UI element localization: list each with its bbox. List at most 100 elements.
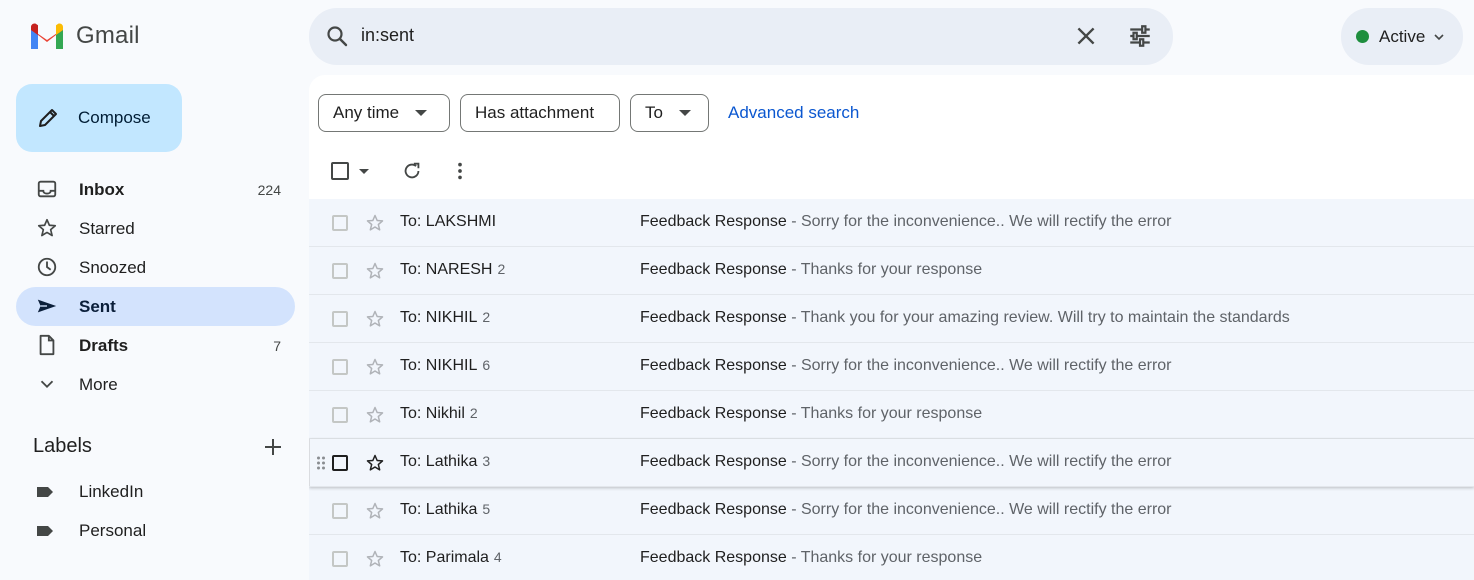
- sidebar-item-label: Inbox: [79, 179, 125, 199]
- row-checkbox[interactable]: [332, 551, 348, 567]
- email-row[interactable]: To: Lathika 3 Feedback Response - Sorry fo…: [309, 439, 1474, 487]
- thread-count: 2: [469, 405, 478, 421]
- email-row[interactable]: To: NARESH 2 Feedback Response - Thanks fo…: [309, 247, 1474, 295]
- email-snippet: Thanks for your response: [800, 405, 983, 422]
- any-time-filter[interactable]: Any time: [318, 94, 450, 132]
- unread-count: 224: [257, 181, 281, 198]
- star-icon[interactable]: [365, 501, 385, 521]
- email-subject-line: Feedback Response - Thank you for your a…: [640, 309, 1290, 327]
- email-subject-line: Feedback Response - Thanks for your resp…: [640, 405, 982, 423]
- sidebar-item-sent[interactable]: Sent: [16, 287, 295, 326]
- email-snippet: Thanks for your response: [800, 261, 983, 278]
- search-options-icon[interactable]: [1127, 23, 1153, 49]
- row-checkbox[interactable]: [332, 263, 348, 279]
- search-input[interactable]: in:sent: [361, 25, 414, 46]
- label-icon: [37, 525, 53, 536]
- recipient-name: To: NIKHIL: [400, 309, 478, 326]
- search-icon[interactable]: [325, 24, 349, 48]
- recipient: To: Parimala 4: [400, 549, 502, 567]
- label-name: Personal: [79, 520, 147, 540]
- email-snippet: Thanks for your response: [800, 549, 983, 566]
- select-all-checkbox[interactable]: [331, 162, 349, 180]
- has-attachment-label: Has attachment: [475, 103, 595, 122]
- recipient-name: To: Parimala: [400, 549, 489, 566]
- recipient: To: NIKHIL 6: [400, 357, 490, 375]
- row-checkbox[interactable]: [332, 407, 348, 423]
- row-checkbox[interactable]: [332, 359, 348, 375]
- labels-heading: Labels: [33, 435, 92, 457]
- thread-count: 6: [482, 357, 491, 373]
- sidebar-item-drafts[interactable]: Drafts 7: [16, 326, 295, 365]
- email-subject-line: Feedback Response - Thanks for your resp…: [640, 261, 982, 279]
- recipient-name: To: NIKHIL: [400, 357, 478, 374]
- row-checkbox[interactable]: [332, 311, 348, 327]
- separator: -: [786, 261, 801, 278]
- clear-search-icon[interactable]: [1073, 23, 1099, 49]
- star-icon[interactable]: [365, 549, 385, 569]
- search-bar[interactable]: in:sent: [309, 8, 1173, 65]
- email-list: To: LAKSHMI Feedback Response - Sorry for…: [309, 199, 1474, 580]
- status-selector[interactable]: Active: [1341, 8, 1463, 65]
- separator: -: [786, 309, 801, 326]
- thread-count: 2: [482, 309, 491, 325]
- star-icon[interactable]: [365, 261, 385, 281]
- separator: -: [786, 357, 801, 374]
- recipient: To: Lathika 3: [400, 453, 490, 471]
- email-row[interactable]: To: Nikhil 2 Feedback Response - Thanks fo…: [309, 391, 1474, 439]
- sidebar-item-starred[interactable]: Starred: [16, 209, 295, 248]
- email-subject: Feedback Response: [640, 453, 787, 470]
- gmail-app: Gmail in:sent Active Compose Inbox 224 S…: [0, 0, 1474, 580]
- label-item-personal[interactable]: Personal: [33, 511, 146, 550]
- email-subject: Feedback Response: [640, 549, 787, 566]
- email-subject: Feedback Response: [640, 501, 787, 518]
- thread-count: 4: [493, 549, 502, 565]
- sidebar-item-more[interactable]: More: [16, 365, 295, 404]
- chevron-down-icon: [40, 380, 54, 389]
- send-icon: [37, 299, 57, 313]
- advanced-search-link[interactable]: Advanced search: [728, 103, 859, 123]
- status-dot: [1356, 30, 1369, 43]
- row-checkbox[interactable]: [332, 215, 348, 231]
- star-icon[interactable]: [365, 213, 385, 233]
- email-row[interactable]: To: Lathika 5 Feedback Response - Sorry fo…: [309, 487, 1474, 535]
- email-row[interactable]: To: NIKHIL 6 Feedback Response - Sorry for…: [309, 343, 1474, 391]
- star-icon[interactable]: [365, 405, 385, 425]
- select-menu-caret-icon[interactable]: [359, 169, 369, 174]
- recipient: To: Nikhil 2: [400, 405, 478, 423]
- label-item-linkedin[interactable]: LinkedIn: [33, 472, 143, 511]
- drag-handle-icon[interactable]: [316, 455, 326, 471]
- email-row[interactable]: To: LAKSHMI Feedback Response - Sorry for…: [309, 199, 1474, 247]
- star-icon[interactable]: [365, 357, 385, 377]
- row-checkbox[interactable]: [332, 455, 348, 471]
- thread-count: 3: [482, 453, 491, 469]
- star-icon[interactable]: [365, 453, 385, 473]
- compose-button[interactable]: Compose: [16, 84, 182, 152]
- separator: -: [786, 501, 801, 518]
- sidebar-item-snoozed[interactable]: Snoozed: [16, 248, 295, 287]
- has-attachment-filter[interactable]: Has attachment: [460, 94, 620, 132]
- email-subject: Feedback Response: [640, 309, 787, 326]
- recipient: To: Lathika 5: [400, 501, 490, 519]
- recipient: To: LAKSHMI: [400, 213, 501, 231]
- to-filter[interactable]: To: [630, 94, 709, 132]
- email-subject: Feedback Response: [640, 261, 787, 278]
- sidebar-item-label: Sent: [79, 296, 116, 316]
- gmail-logo[interactable]: Gmail: [28, 20, 140, 52]
- to-filter-label: To: [645, 103, 663, 122]
- more-vert-icon[interactable]: [449, 160, 471, 182]
- label-name: LinkedIn: [79, 481, 144, 501]
- sidebar-item-label: More: [79, 374, 118, 394]
- sidebar-item-label: Drafts: [79, 335, 129, 355]
- sidebar-item-inbox[interactable]: Inbox 224: [16, 170, 295, 209]
- star-icon[interactable]: [365, 309, 385, 329]
- recipient-name: To: LAKSHMI: [400, 213, 497, 230]
- email-row[interactable]: To: Parimala 4 Feedback Response - Thanks …: [309, 535, 1474, 580]
- refresh-icon[interactable]: [401, 160, 423, 182]
- add-label-icon[interactable]: [262, 436, 284, 458]
- sidebar-item-label: Snoozed: [79, 257, 147, 277]
- email-row[interactable]: To: NIKHIL 2 Feedback Response - Thank you…: [309, 295, 1474, 343]
- email-subject: Feedback Response: [640, 213, 787, 230]
- email-snippet: Sorry for the inconvenience.. We will re…: [800, 357, 1172, 374]
- row-checkbox[interactable]: [332, 503, 348, 519]
- thread-count: 2: [497, 261, 506, 277]
